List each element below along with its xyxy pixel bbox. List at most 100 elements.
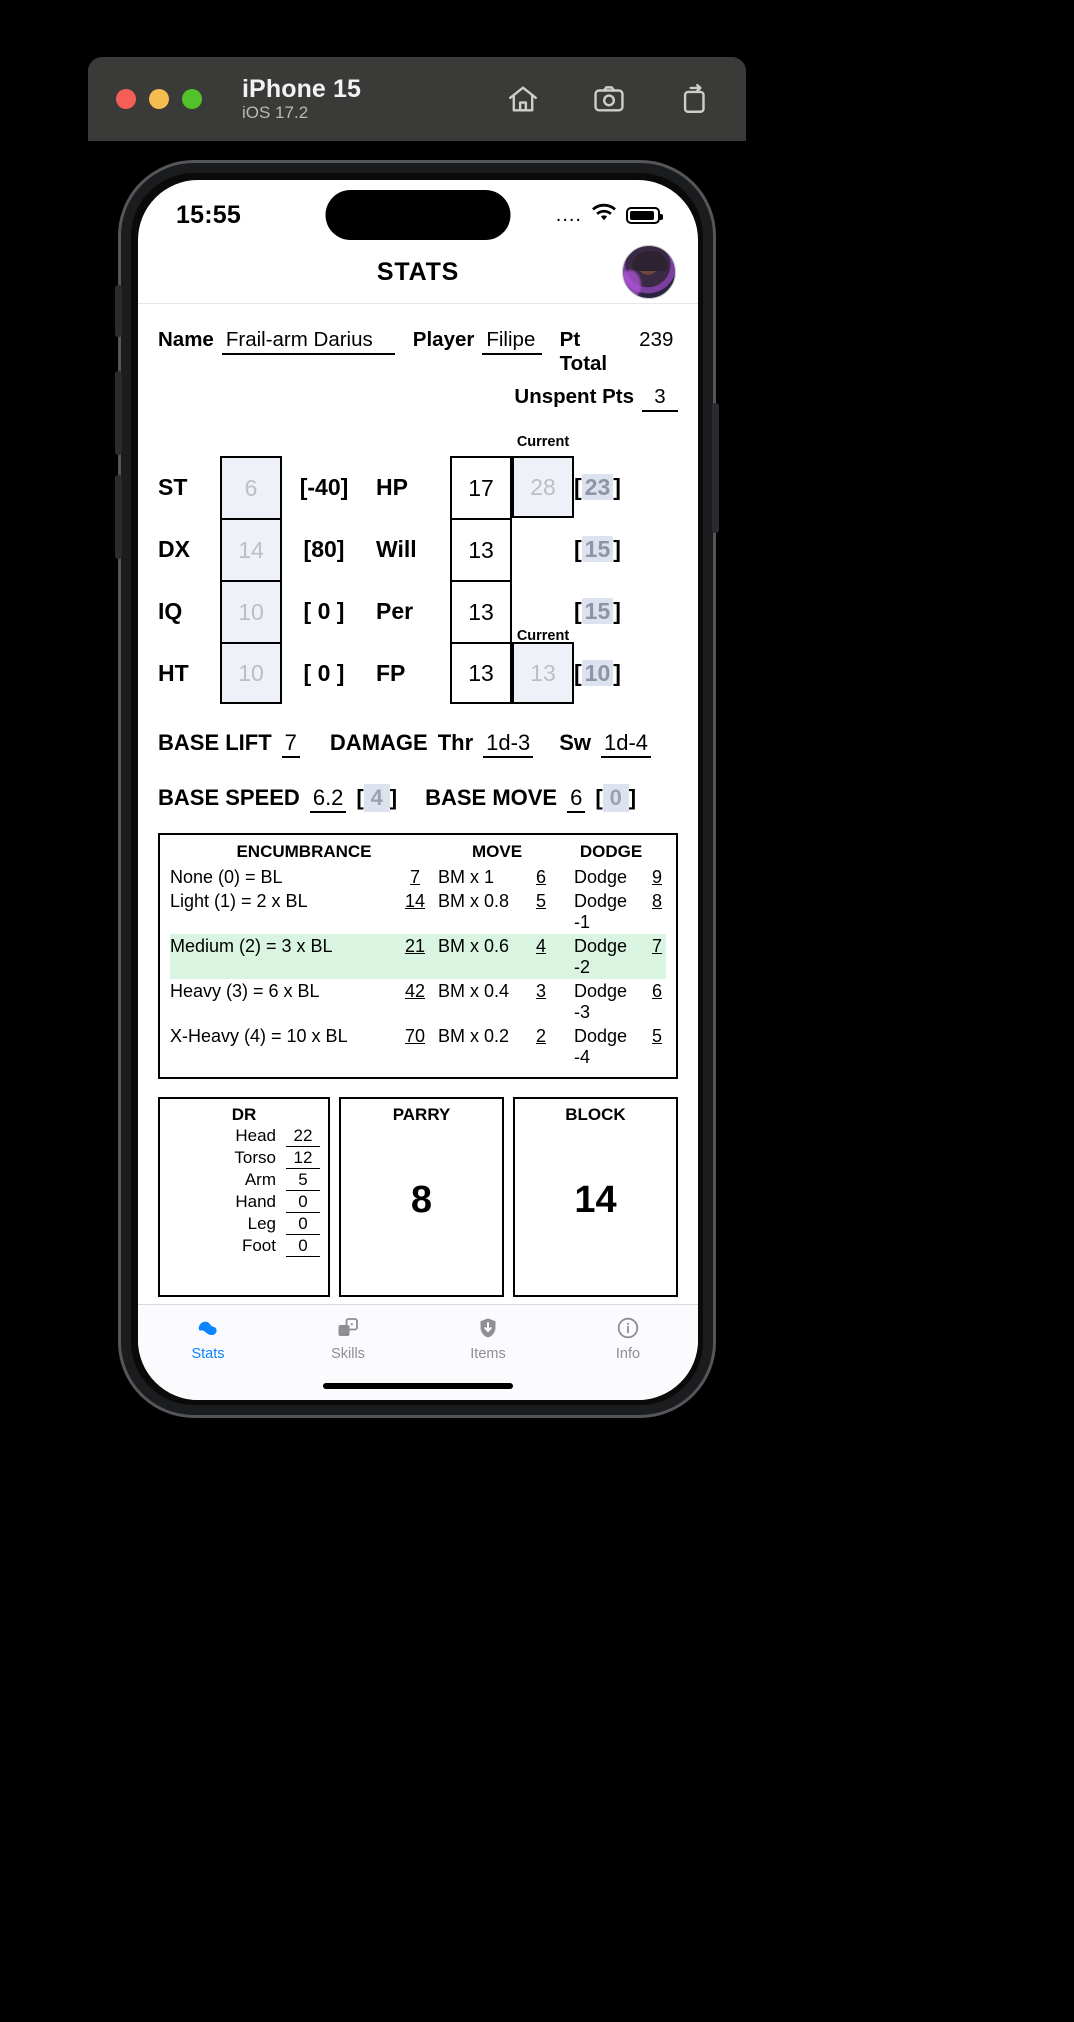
name-label: Name — [158, 328, 214, 351]
dr-part: Head — [235, 1125, 276, 1145]
enc-bl: 7 — [409, 866, 420, 887]
minimize-button[interactable] — [149, 89, 169, 109]
dice-icon — [336, 1315, 360, 1341]
thr-value: 1d-3 — [483, 730, 534, 758]
enc-bl: 14 — [404, 890, 426, 911]
name-input[interactable]: Frail-arm Darius — [221, 328, 395, 355]
list-item: Torso 12 — [168, 1147, 320, 1169]
table-row: None (0) = BL 7 BM x 1 6 Dodge 9 — [170, 865, 666, 889]
device-name: iPhone 15 — [242, 75, 361, 104]
dr-title: DR — [231, 1105, 257, 1124]
dr-value[interactable]: 0 — [286, 1236, 320, 1257]
attr-input-ht[interactable]: 10 — [220, 642, 282, 704]
thr-label: Thr — [437, 730, 474, 755]
dr-part: Torso — [234, 1147, 276, 1167]
dr-value[interactable]: 0 — [286, 1214, 320, 1235]
enc-dodge: Dodge -2 — [574, 935, 628, 977]
enc-bl: 70 — [404, 1025, 426, 1046]
attr-label-iq: IQ — [158, 597, 183, 624]
player-input[interactable]: Filipe — [482, 328, 542, 355]
screenshot-icon[interactable] — [588, 78, 630, 120]
dr-value[interactable]: 5 — [286, 1170, 320, 1191]
defense-panels: DR Head 22 Torso 12 Arm 5 Hand 0 Leg 0 F… — [158, 1097, 678, 1297]
attr-current-hp[interactable]: 28 — [512, 456, 574, 518]
volume-down-button[interactable] — [115, 475, 122, 559]
block-title: BLOCK — [565, 1105, 626, 1124]
encumbrance-headers: ENCUMBRANCE MOVE DODGE — [170, 842, 666, 865]
enc-label: X-Heavy (4) = 10 x BL — [170, 1025, 348, 1046]
unspent-label: Unspent Pts — [514, 385, 634, 408]
avatar[interactable] — [622, 245, 676, 299]
maximize-button[interactable] — [182, 89, 202, 109]
attr-cost-fp: [10] — [574, 659, 621, 686]
shield-icon — [476, 1315, 500, 1341]
window-controls[interactable] — [116, 89, 202, 109]
attr-input-iq[interactable]: 10 — [220, 580, 282, 642]
attr-input-dx[interactable]: 14 — [220, 518, 282, 580]
muscle-icon — [196, 1315, 220, 1341]
attr-current-will — [512, 518, 574, 580]
base-speed-cost: [4] — [356, 784, 398, 812]
volume-up-button[interactable] — [115, 371, 122, 455]
home-indicator[interactable] — [323, 1383, 513, 1389]
silent-switch[interactable] — [115, 285, 122, 337]
table-row: Medium (2) = 3 x BL 21 BM x 0.6 4 Dodge … — [170, 934, 666, 979]
enc-label: Heavy (3) = 6 x BL — [170, 980, 320, 1001]
simulator-titlebar: iPhone 15 iOS 17.2 — [88, 57, 746, 141]
attr-row-per: Per 13 Current [15] — [376, 580, 648, 644]
enc-move: BM x 1 — [438, 866, 495, 887]
attr-row-iq: IQ 10 [ 0 ] — [158, 580, 366, 642]
tab-skills[interactable]: Skills — [278, 1315, 418, 1362]
current-caption-fp: Current — [516, 628, 570, 644]
attr-input-st[interactable]: 6 — [220, 456, 282, 518]
attr-row-will: Will 13 [15] — [376, 518, 648, 580]
enc-dodge-val: 9 — [651, 866, 662, 887]
encumbrance-table: ENCUMBRANCE MOVE DODGE None (0) = BL 7 B… — [158, 833, 678, 1079]
wifi-icon — [591, 203, 617, 227]
enc-label: None (0) = BL — [170, 866, 283, 887]
enc-move-val: 4 — [535, 935, 546, 956]
primary-attributes: ST 6 [-40] DX 14 [80] IQ 10 [ 0 ] HT 10 … — [158, 434, 366, 704]
attr-cost-iq: [ 0 ] — [303, 597, 345, 624]
enc-dodge-val: 6 — [651, 980, 662, 1001]
home-icon[interactable] — [502, 78, 544, 120]
close-button[interactable] — [116, 89, 136, 109]
attr-input-fp[interactable]: 13 — [450, 642, 512, 704]
simulator-toolbar[interactable] — [502, 78, 716, 120]
attr-current-fp[interactable]: 13 — [512, 642, 574, 704]
status-bar: 15:55 .... — [138, 180, 698, 242]
tab-label: Items — [470, 1346, 506, 1362]
enc-label: Light (1) = 2 x BL — [170, 890, 308, 911]
dr-value[interactable]: 12 — [286, 1148, 320, 1169]
attr-input-hp[interactable]: 17 — [450, 456, 512, 518]
simulator-window: iPhone 15 iOS 17.2 15:55 .... STATS Name… — [0, 0, 1074, 2022]
attr-current-per: Current — [512, 580, 574, 644]
tab-stats[interactable]: Stats — [138, 1315, 278, 1362]
enc-move: BM x 0.8 — [438, 890, 510, 911]
attr-cost-dx: [80] — [303, 535, 345, 562]
dr-panel: DR Head 22 Torso 12 Arm 5 Hand 0 Leg 0 F… — [158, 1097, 330, 1297]
power-button[interactable] — [712, 403, 719, 533]
tab-items[interactable]: Items — [418, 1315, 558, 1362]
enc-move-val: 3 — [535, 980, 546, 1001]
tab-info[interactable]: Info — [558, 1315, 698, 1362]
current-caption-hp: Current — [516, 434, 570, 450]
table-row: X-Heavy (4) = 10 x BL 70 BM x 0.2 2 Dodg… — [170, 1024, 666, 1069]
header-move: MOVE — [471, 842, 523, 861]
rotate-icon[interactable] — [674, 78, 716, 120]
parry-value: 8 — [410, 1178, 433, 1221]
attr-input-will[interactable]: 13 — [450, 518, 512, 580]
dr-value[interactable]: 22 — [286, 1126, 320, 1147]
base-lift-label: BASE LIFT — [158, 730, 272, 755]
player-label: Player — [412, 328, 475, 351]
dr-part: Leg — [247, 1213, 276, 1233]
enc-bl: 42 — [404, 980, 426, 1001]
phone-screen: 15:55 .... STATS Name Frail-arm Darius P… — [138, 180, 698, 1400]
dr-value[interactable]: 0 — [286, 1192, 320, 1213]
status-time: 15:55 — [176, 200, 241, 229]
enc-dodge: Dodge -3 — [574, 980, 628, 1022]
attr-input-per[interactable]: 13 — [450, 580, 512, 642]
attr-row-ht: HT 10 [ 0 ] — [158, 642, 366, 704]
attr-label-hp: HP — [376, 473, 408, 500]
enc-dodge-val: 8 — [651, 890, 662, 911]
